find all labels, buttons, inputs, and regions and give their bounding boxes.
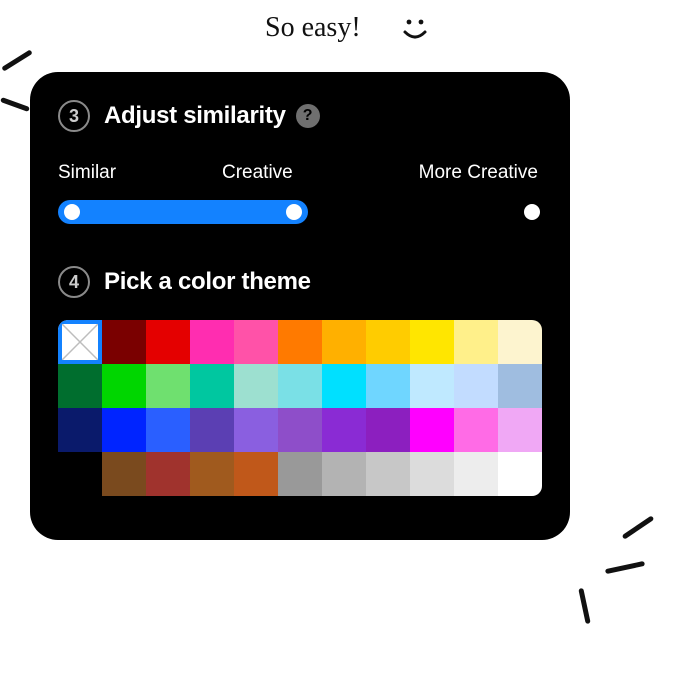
accent-stroke: [0, 97, 30, 112]
color-swatch[interactable]: [366, 452, 410, 496]
accent-stroke: [605, 561, 645, 574]
similarity-slider[interactable]: [58, 200, 542, 224]
slider-stop-more-creative[interactable]: [524, 204, 540, 220]
color-swatch[interactable]: [454, 320, 498, 364]
step4-title: Pick a color theme: [104, 268, 311, 296]
color-swatch[interactable]: [454, 452, 498, 496]
accent-stroke: [1, 49, 32, 71]
color-swatch[interactable]: [102, 320, 146, 364]
color-swatch[interactable]: [190, 408, 234, 452]
color-swatch[interactable]: [234, 452, 278, 496]
accent-stroke: [578, 588, 590, 624]
help-icon[interactable]: ?: [296, 104, 320, 128]
step4-header: 4 Pick a color theme: [58, 266, 542, 298]
swatch-none[interactable]: [58, 320, 102, 364]
slider-fill: [58, 200, 308, 224]
color-swatch[interactable]: [498, 364, 542, 408]
color-swatch[interactable]: [102, 364, 146, 408]
color-swatch[interactable]: [322, 408, 366, 452]
swatch-blank: [58, 452, 102, 496]
color-swatch[interactable]: [498, 320, 542, 364]
color-swatch[interactable]: [454, 364, 498, 408]
color-swatch[interactable]: [102, 452, 146, 496]
color-swatch[interactable]: [190, 452, 234, 496]
color-swatch[interactable]: [58, 364, 102, 408]
color-swatch[interactable]: [58, 408, 102, 452]
color-swatch[interactable]: [454, 408, 498, 452]
color-swatch[interactable]: [410, 408, 454, 452]
color-swatch[interactable]: [498, 452, 542, 496]
slider-label-creative: Creative: [222, 162, 293, 184]
slider-stop-similar[interactable]: [64, 204, 80, 220]
color-swatch[interactable]: [410, 364, 454, 408]
step4-badge: 4: [58, 266, 90, 298]
color-swatch[interactable]: [146, 452, 190, 496]
color-swatch[interactable]: [322, 320, 366, 364]
color-swatch[interactable]: [234, 320, 278, 364]
color-swatch[interactable]: [190, 320, 234, 364]
settings-panel: 3 Adjust similarity ? Similar Creative M…: [30, 72, 570, 540]
color-swatch[interactable]: [498, 408, 542, 452]
color-swatch[interactable]: [234, 408, 278, 452]
smiley-icon: [397, 10, 437, 50]
annotation-text: So easy!: [265, 12, 361, 44]
slider-stop-creative[interactable]: [286, 204, 302, 220]
step3-badge: 3: [58, 100, 90, 132]
color-swatch[interactable]: [278, 364, 322, 408]
color-swatch[interactable]: [366, 364, 410, 408]
color-swatch[interactable]: [190, 364, 234, 408]
color-swatch[interactable]: [278, 408, 322, 452]
accent-stroke: [622, 515, 655, 539]
slider-label-similar: Similar: [58, 162, 116, 184]
color-swatch[interactable]: [146, 320, 190, 364]
color-swatch[interactable]: [102, 408, 146, 452]
color-swatch[interactable]: [366, 408, 410, 452]
slider-labels: Similar Creative More Creative: [58, 162, 542, 184]
step3-header: 3 Adjust similarity ?: [58, 100, 542, 132]
color-swatch[interactable]: [146, 364, 190, 408]
color-swatch[interactable]: [146, 408, 190, 452]
color-swatch[interactable]: [278, 320, 322, 364]
color-swatch[interactable]: [234, 364, 278, 408]
color-swatch[interactable]: [366, 320, 410, 364]
color-palette: [58, 320, 542, 496]
step3-title: Adjust similarity: [104, 102, 286, 130]
color-swatch[interactable]: [278, 452, 322, 496]
color-swatch[interactable]: [410, 320, 454, 364]
color-swatch[interactable]: [322, 364, 366, 408]
slider-label-more-creative: More Creative: [419, 162, 538, 184]
color-swatch[interactable]: [410, 452, 454, 496]
color-swatch[interactable]: [322, 452, 366, 496]
